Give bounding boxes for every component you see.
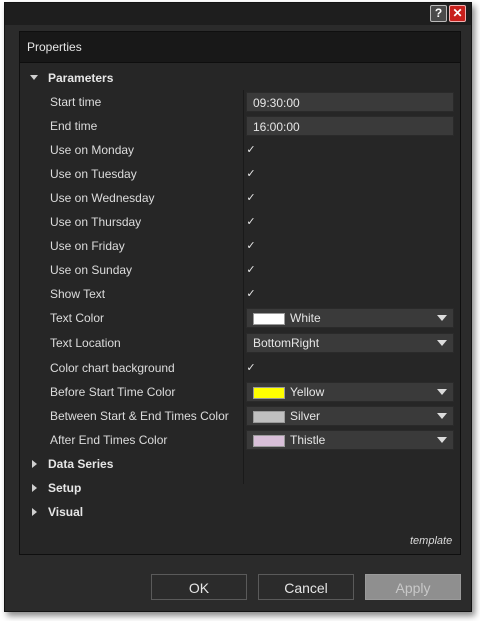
ok-button[interactable]: OK (151, 574, 247, 600)
chevron-right-icon (32, 460, 37, 468)
help-icon[interactable]: ? (430, 5, 447, 22)
panel-title: Properties (27, 40, 82, 54)
show-text-checkbox[interactable]: ✓ (246, 289, 256, 300)
row-use-friday: Use on Friday ✓ (20, 234, 460, 258)
use-tuesday-label: Use on Tuesday (50, 167, 137, 181)
chevron-down-icon (30, 75, 38, 80)
use-monday-checkbox[interactable]: ✓ (246, 145, 256, 156)
use-wednesday-checkbox[interactable]: ✓ (246, 193, 256, 204)
use-sunday-label: Use on Sunday (50, 263, 133, 277)
apply-button[interactable]: Apply (365, 574, 461, 600)
use-wednesday-label: Use on Wednesday (50, 191, 155, 205)
chevron-down-icon (437, 315, 447, 321)
before-start-color-label: Before Start Time Color (50, 385, 176, 399)
start-time-label: Start time (50, 95, 102, 109)
chevron-right-icon (32, 508, 37, 516)
before-start-color-swatch (253, 387, 285, 399)
text-location-label: Text Location (50, 336, 121, 350)
use-tuesday-checkbox[interactable]: ✓ (246, 169, 256, 180)
row-use-wednesday: Use on Wednesday ✓ (20, 186, 460, 210)
text-location-value: BottomRight (253, 336, 320, 350)
after-end-color-value: Thistle (290, 433, 326, 447)
row-start-time: Start time 09:30:00 (20, 90, 460, 114)
color-chart-background-checkbox[interactable]: ✓ (246, 363, 256, 374)
row-color-chart-background: Color chart background ✓ (20, 356, 460, 380)
between-color-swatch (253, 411, 285, 423)
use-friday-checkbox[interactable]: ✓ (246, 241, 256, 252)
row-use-monday: Use on Monday ✓ (20, 138, 460, 162)
row-use-sunday: Use on Sunday ✓ (20, 258, 460, 282)
text-color-label: Text Color (50, 311, 105, 325)
color-chart-background-label: Color chart background (50, 361, 175, 375)
row-text-location: Text Location BottomRight (20, 331, 460, 355)
template-link[interactable]: template (410, 535, 452, 547)
text-location-select[interactable]: BottomRight (246, 333, 454, 353)
end-time-label: End time (50, 119, 98, 133)
end-time-input[interactable]: 16:00:00 (246, 116, 454, 136)
show-text-label: Show Text (50, 287, 106, 301)
section-data-series-label: Data Series (48, 457, 114, 471)
text-color-value: White (290, 311, 321, 325)
after-end-color-swatch (253, 435, 285, 447)
before-start-color-select[interactable]: Yellow (246, 382, 454, 402)
after-end-color-select[interactable]: Thistle (246, 430, 454, 450)
between-color-label: Between Start & End Times Color (50, 409, 229, 423)
use-monday-label: Use on Monday (50, 143, 135, 157)
panel-header: Properties (20, 32, 460, 63)
chevron-down-icon (437, 340, 447, 346)
use-thursday-label: Use on Thursday (50, 215, 142, 229)
chevron-down-icon (437, 437, 447, 443)
between-color-value: Silver (290, 409, 321, 423)
row-use-tuesday: Use on Tuesday ✓ (20, 162, 460, 186)
row-after-end-color: After End Times Color Thistle (20, 428, 460, 452)
row-before-start-color: Before Start Time Color Yellow (20, 380, 460, 404)
row-text-color: Text Color White (20, 306, 460, 330)
chevron-down-icon (437, 413, 447, 419)
start-time-input[interactable]: 09:30:00 (246, 92, 454, 112)
section-setup-label: Setup (48, 481, 82, 495)
use-sunday-checkbox[interactable]: ✓ (246, 265, 256, 276)
text-color-swatch (253, 313, 285, 325)
section-parameters-label: Parameters (48, 71, 114, 85)
cancel-button[interactable]: Cancel (258, 574, 354, 600)
close-icon[interactable]: ✕ (449, 5, 466, 22)
chevron-down-icon (437, 389, 447, 395)
chevron-right-icon (32, 484, 37, 492)
row-show-text: Show Text ✓ (20, 282, 460, 306)
use-friday-label: Use on Friday (50, 239, 125, 253)
row-between-color: Between Start & End Times Color Silver (20, 404, 460, 428)
between-color-select[interactable]: Silver (246, 406, 454, 426)
title-bar: ? ✕ (5, 3, 471, 25)
use-thursday-checkbox[interactable]: ✓ (246, 217, 256, 228)
properties-panel: Properties Parameters Start time 09:30:0… (19, 31, 461, 555)
text-color-select[interactable]: White (246, 308, 454, 328)
properties-dialog: ? ✕ Properties Parameters Start time 09:… (4, 2, 472, 612)
row-use-thursday: Use on Thursday ✓ (20, 210, 460, 234)
before-start-color-value: Yellow (290, 385, 325, 399)
after-end-color-label: After End Times Color (50, 433, 168, 447)
section-visual-label: Visual (48, 505, 84, 519)
row-end-time: End time 16:00:00 (20, 114, 460, 138)
